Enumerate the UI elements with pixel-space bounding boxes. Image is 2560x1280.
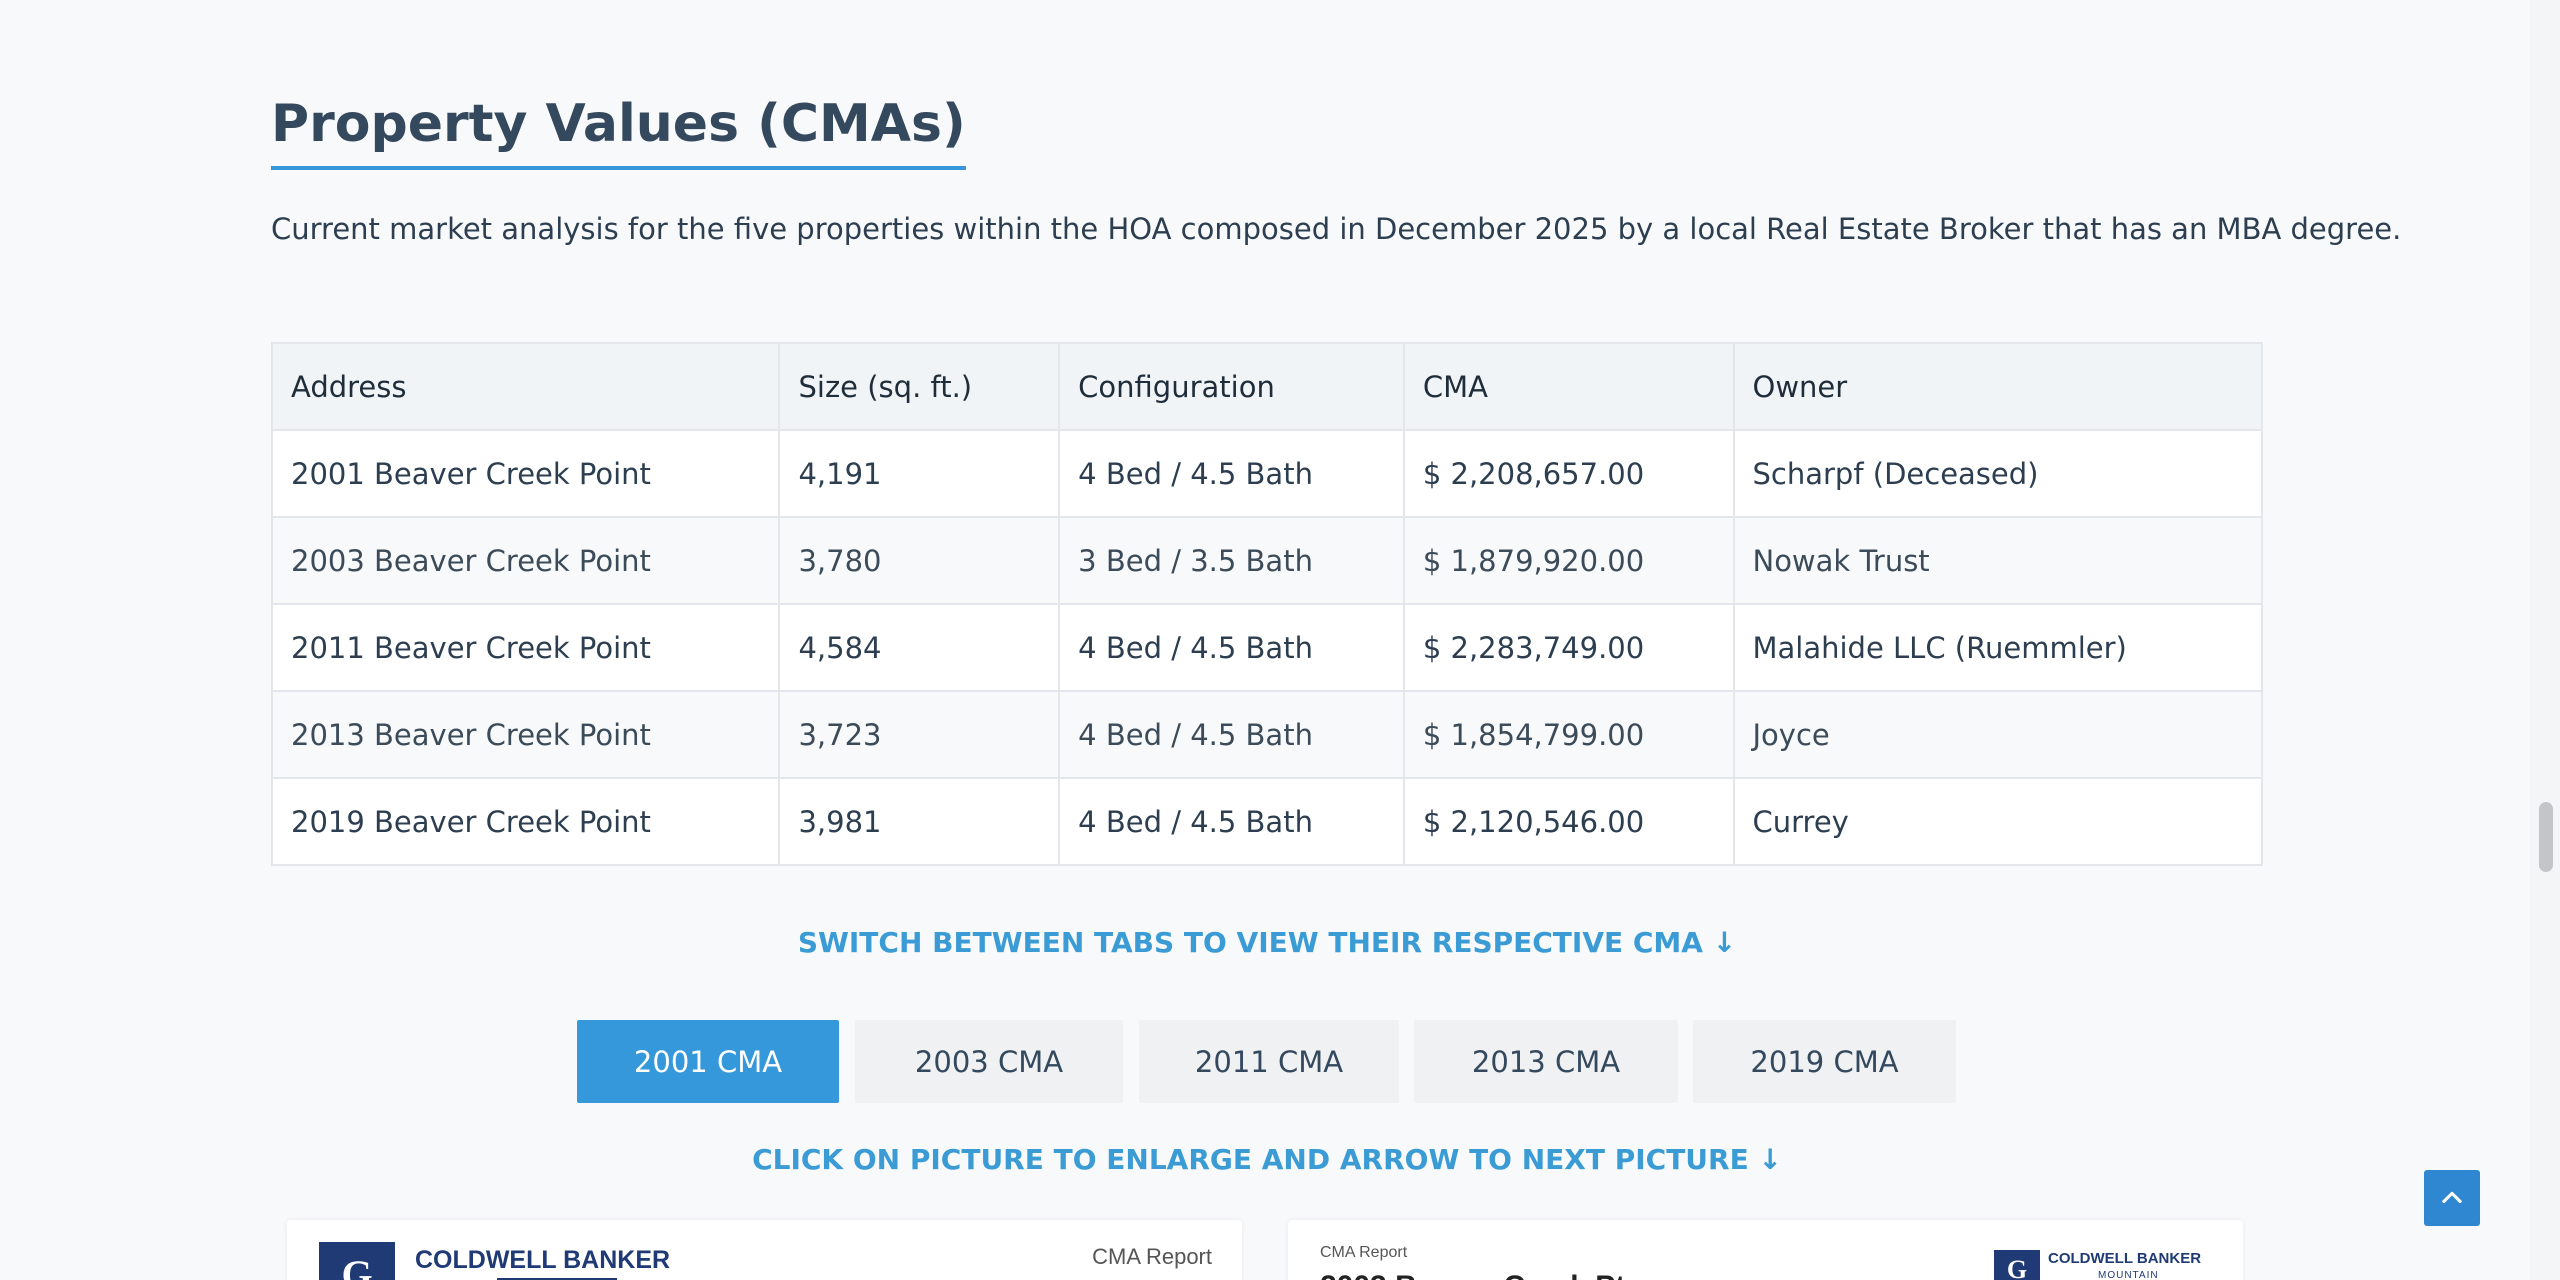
table-header-row: Address Size (sq. ft.) Configuration CMA…	[270, 342, 2263, 431]
cell-configuration: 4 Bed / 4.5 Bath	[1058, 429, 1405, 518]
cell-cma: $ 1,854,799.00	[1402, 690, 1735, 779]
tab-2019-cma[interactable]: 2019 CMA	[1693, 1020, 1956, 1103]
column-header-configuration: Configuration	[1058, 342, 1405, 431]
section-title: Property Values (CMAs)	[271, 94, 966, 170]
cma-picture-2[interactable]: CMA Report 2003 Beaver Creek Pt G COLDWE…	[1288, 1220, 2243, 1280]
cell-owner: Scharpf (Deceased)	[1732, 429, 2263, 518]
table-row: 2019 Beaver Creek Point 3,981 4 Bed / 4.…	[270, 777, 2263, 866]
column-header-size: Size (sq. ft.)	[778, 342, 1061, 431]
cell-cma: $ 2,283,749.00	[1402, 603, 1735, 692]
cell-address: 2011 Beaver Creek Point	[270, 603, 781, 692]
cell-cma: $ 2,208,657.00	[1402, 429, 1735, 518]
column-header-cma: CMA	[1402, 342, 1735, 431]
tab-2003-cma[interactable]: 2003 CMA	[855, 1020, 1123, 1103]
section-intro: Current market analysis for the five pro…	[271, 212, 2402, 246]
back-to-top-button[interactable]	[2424, 1170, 2480, 1226]
table-row: 2013 Beaver Creek Point 3,723 4 Bed / 4.…	[270, 690, 2263, 779]
table-row: 2001 Beaver Creek Point 4,191 4 Bed / 4.…	[270, 429, 2263, 518]
picture-hint: CLICK ON PICTURE TO ENLARGE AND ARROW TO…	[752, 1143, 1782, 1176]
cell-size: 4,191	[778, 429, 1061, 518]
cell-owner: Nowak Trust	[1732, 516, 2263, 605]
cell-size: 4,584	[778, 603, 1061, 692]
cell-configuration: 4 Bed / 4.5 Bath	[1058, 777, 1405, 866]
cell-owner: Malahide LLC (Ruemmler)	[1732, 603, 2263, 692]
cma-report-label: CMA Report	[1320, 1244, 1408, 1261]
cell-cma: $ 2,120,546.00	[1402, 777, 1735, 866]
report-address: 2003 Beaver Creek Pt	[1320, 1270, 1625, 1280]
cell-configuration: 3 Bed / 3.5 Bath	[1058, 516, 1405, 605]
scrollbar-track[interactable]	[2530, 0, 2560, 1280]
brand-subtitle: MOUNTAIN	[2098, 1270, 2159, 1280]
table-row: 2003 Beaver Creek Point 3,780 3 Bed / 3.…	[270, 516, 2263, 605]
tabs-hint: SWITCH BETWEEN TABS TO VIEW THEIR RESPEC…	[797, 926, 1737, 959]
cell-owner: Currey	[1732, 777, 2263, 866]
table-row: 2011 Beaver Creek Point 4,584 4 Bed / 4.…	[270, 603, 2263, 692]
cma-report-label: CMA Report	[1092, 1244, 1212, 1269]
tab-2013-cma[interactable]: 2013 CMA	[1414, 1020, 1678, 1103]
cell-configuration: 4 Bed / 4.5 Bath	[1058, 690, 1405, 779]
brand-name: COLDWELL BANKER	[415, 1246, 671, 1274]
cell-size: 3,723	[778, 690, 1061, 779]
scrollbar-thumb[interactable]	[2539, 802, 2553, 872]
column-header-address: Address	[270, 342, 781, 431]
tab-2011-cma[interactable]: 2011 CMA	[1139, 1020, 1399, 1103]
cell-cma: $ 1,879,920.00	[1402, 516, 1735, 605]
coldwell-banker-logo: G	[1994, 1250, 2040, 1280]
cma-table: Address Size (sq. ft.) Configuration CMA…	[270, 342, 2263, 866]
cma-picture-1[interactable]: G COLDWELL BANKER CMA Report	[287, 1220, 1242, 1280]
cell-address: 2019 Beaver Creek Point	[270, 777, 781, 866]
column-header-owner: Owner	[1732, 342, 2263, 431]
cell-size: 3,780	[778, 516, 1061, 605]
cma-tabs: 2001 CMA 2003 CMA 2011 CMA 2013 CMA 2019…	[271, 1020, 2263, 1103]
coldwell-banker-logo: G	[319, 1242, 395, 1280]
cell-address: 2001 Beaver Creek Point	[270, 429, 781, 518]
cell-owner: Joyce	[1732, 690, 2263, 779]
cell-address: 2003 Beaver Creek Point	[270, 516, 781, 605]
cell-size: 3,981	[778, 777, 1061, 866]
cell-address: 2013 Beaver Creek Point	[270, 690, 781, 779]
cell-configuration: 4 Bed / 4.5 Bath	[1058, 603, 1405, 692]
brand-name: COLDWELL BANKER	[2048, 1250, 2202, 1267]
chevron-up-icon	[2442, 1191, 2462, 1204]
tab-2001-cma[interactable]: 2001 CMA	[577, 1020, 839, 1103]
